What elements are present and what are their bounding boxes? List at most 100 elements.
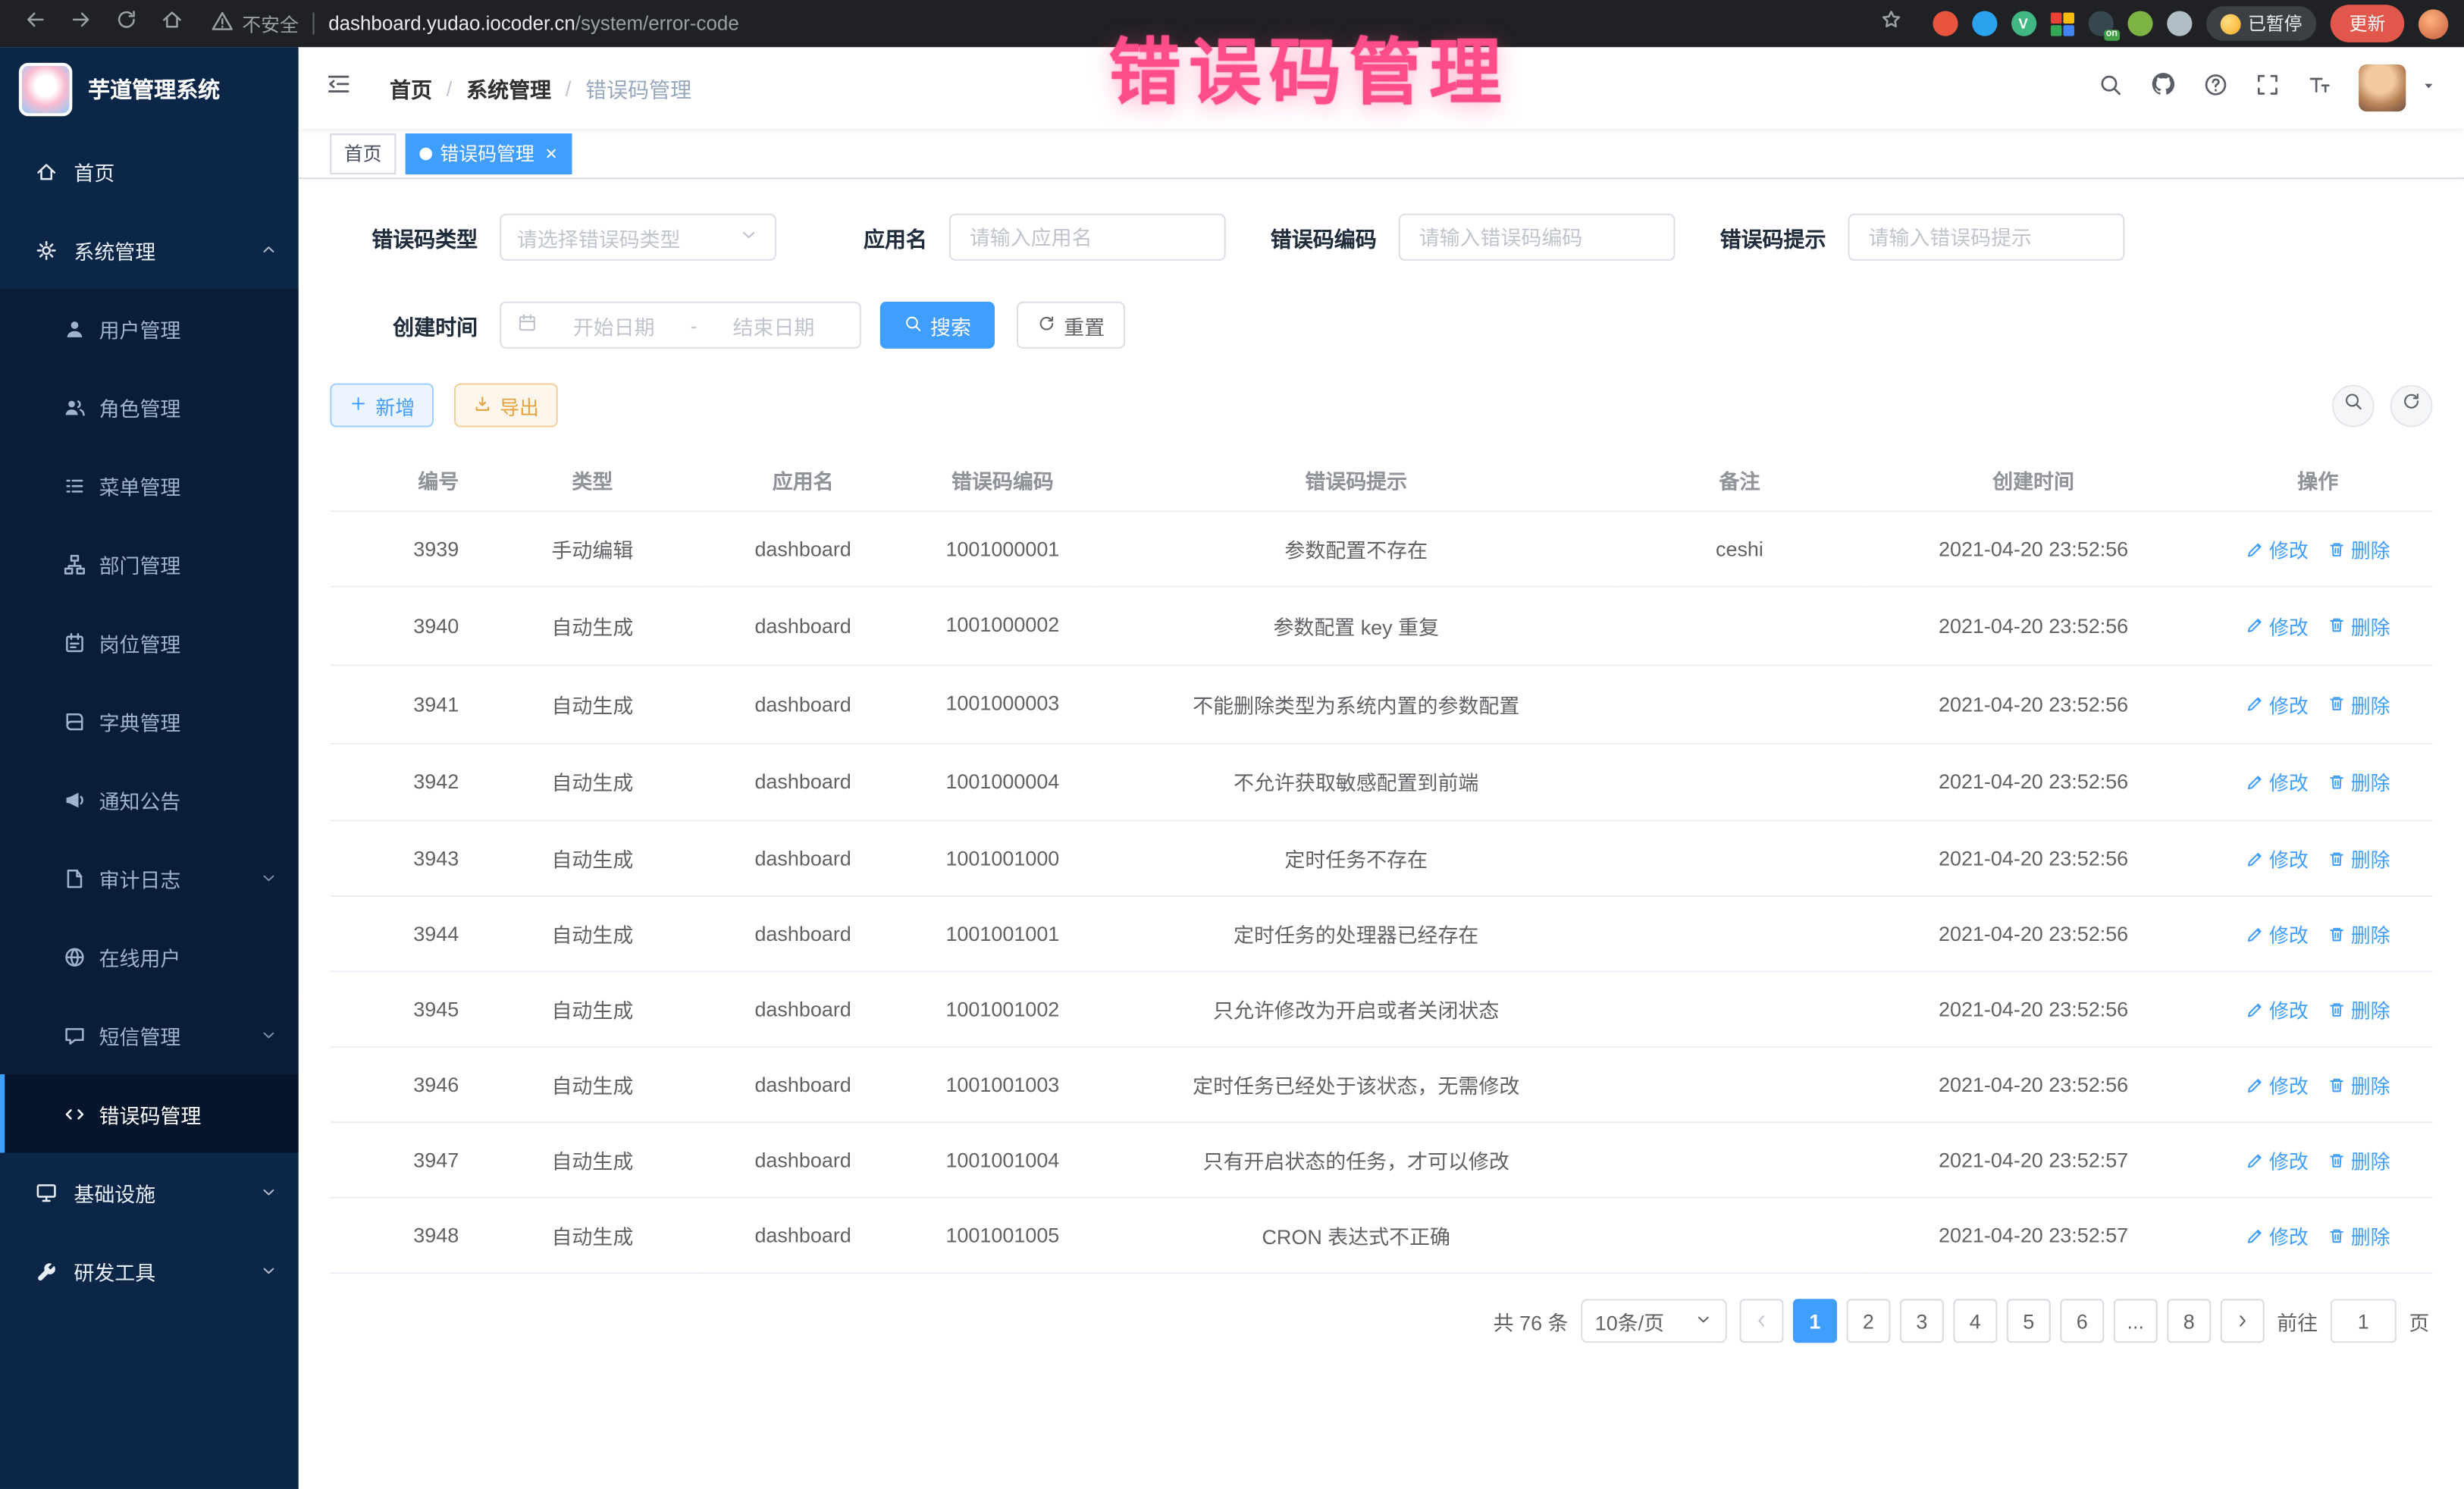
pager-prev-button[interactable]: [1739, 1299, 1783, 1343]
pager-next-button[interactable]: [2221, 1299, 2265, 1343]
edit-link[interactable]: 修改: [2246, 767, 2309, 797]
sidebar-item-user-management[interactable]: 用户管理: [0, 289, 299, 368]
delete-link[interactable]: 删除: [2328, 920, 2390, 949]
pager-ellipsis[interactable]: ...: [2114, 1299, 2158, 1343]
extension-green-dot-icon[interactable]: [2127, 11, 2152, 36]
font-size-button[interactable]: [2307, 71, 2332, 105]
pager-page-5[interactable]: 5: [2007, 1299, 2051, 1343]
reload-button[interactable]: [107, 5, 145, 42]
url-bar[interactable]: dashboard.yudao.iocoder.cn/system/error-…: [328, 13, 739, 35]
delete-link[interactable]: 删除: [2328, 995, 2390, 1024]
cell-id: 3943: [330, 821, 487, 896]
delete-link[interactable]: 删除: [2328, 534, 2390, 563]
pager-page-8[interactable]: 8: [2167, 1299, 2211, 1343]
edit-link[interactable]: 修改: [2246, 920, 2309, 949]
sidebar-item-role-management[interactable]: 角色管理: [0, 368, 299, 447]
edit-link[interactable]: 修改: [2246, 611, 2309, 641]
sidebar-item-home[interactable]: 首页: [0, 132, 299, 211]
sidebar-collapse-button[interactable]: [325, 71, 352, 105]
github-link[interactable]: [2149, 71, 2176, 105]
user-avatar[interactable]: [2359, 64, 2406, 111]
app-name-input[interactable]: [967, 224, 1208, 250]
paused-badge[interactable]: 已暂停: [2205, 6, 2316, 41]
error-hint-input[interactable]: [1865, 224, 2107, 250]
error-code-type-select[interactable]: 请选择错误码类型: [500, 214, 776, 261]
filter-row-2: 创建时间 开始日期 - 结束日期 搜索 重置: [330, 302, 2432, 349]
sidebar-item-online-users[interactable]: 在线用户: [0, 917, 299, 996]
sidebar-item-dept-management[interactable]: 部门管理: [0, 525, 299, 603]
sidebar-item-label: 通知公告: [99, 785, 181, 814]
edit-link[interactable]: 修改: [2246, 1071, 2309, 1100]
browser-update-button[interactable]: 更新: [2331, 5, 2404, 42]
delete-link[interactable]: 删除: [2328, 1146, 2390, 1175]
sidebar-item-sms-management[interactable]: 短信管理: [0, 995, 299, 1074]
sidebar-item-menu-management[interactable]: 菜单管理: [0, 446, 299, 525]
search-button[interactable]: 搜索: [880, 302, 995, 349]
delete-link[interactable]: 删除: [2328, 1221, 2390, 1251]
sidebar-logo[interactable]: 芋道管理系统: [0, 47, 299, 132]
sidebar-item-dict-management[interactable]: 字典管理: [0, 682, 299, 760]
fullscreen-button[interactable]: [2255, 71, 2280, 105]
table-refresh-button[interactable]: [2390, 384, 2433, 427]
edit-link[interactable]: 修改: [2246, 534, 2309, 563]
delete-link[interactable]: 删除: [2328, 611, 2390, 641]
sidebar-item-infrastructure[interactable]: 基础设施: [0, 1153, 299, 1232]
page-content: 错误码类型 请选择错误码类型 应用名 错误码编码 错误码提示: [299, 179, 2464, 1489]
goto-page-input[interactable]: [2331, 1299, 2397, 1343]
breadcrumb-item-home[interactable]: 首页: [390, 72, 432, 103]
column-header-5: 备注: [1616, 450, 1864, 512]
cell-type: 自动生成: [487, 1123, 698, 1198]
edit-link[interactable]: 修改: [2246, 1221, 2309, 1251]
pager-page-4[interactable]: 4: [1953, 1299, 1997, 1343]
edit-link-label: 修改: [2269, 1221, 2309, 1251]
extension-blue-drop-icon[interactable]: [1971, 11, 1996, 36]
forward-button[interactable]: [61, 5, 99, 42]
edit-link[interactable]: 修改: [2246, 844, 2309, 873]
pager-page-1[interactable]: 1: [1793, 1299, 1837, 1343]
tag-view-error-code-management[interactable]: 错误码管理×: [406, 133, 572, 174]
screen: 不安全 dashboard.yudao.iocoder.cn/system/er…: [0, 0, 2464, 1489]
sidebar-item-post-management[interactable]: 岗位管理: [0, 603, 299, 682]
extension-pin-icon[interactable]: [2166, 11, 2191, 36]
sidebar-item-audit-log[interactable]: 审计日志: [0, 839, 299, 917]
delete-link[interactable]: 删除: [2328, 844, 2390, 873]
bookmark-star-button[interactable]: [1873, 5, 1911, 42]
header-search-button[interactable]: [2098, 71, 2123, 105]
edit-link[interactable]: 修改: [2246, 689, 2309, 719]
edit-link[interactable]: 修改: [2246, 1146, 2309, 1175]
chevron-down-icon: [259, 1026, 278, 1045]
cell-error-code: 1001000002: [908, 587, 1097, 665]
security-indicator[interactable]: 不安全: [211, 9, 299, 37]
back-button[interactable]: [16, 5, 54, 42]
reset-button[interactable]: 重置: [1017, 302, 1125, 349]
pager-page-3[interactable]: 3: [1900, 1299, 1944, 1343]
home-button[interactable]: [152, 5, 190, 42]
breadcrumb: 首页 / 系统管理 / 错误码管理: [390, 72, 691, 103]
edit-link[interactable]: 修改: [2246, 995, 2309, 1024]
docs-help-button[interactable]: [2203, 71, 2228, 105]
delete-link[interactable]: 删除: [2328, 1071, 2390, 1100]
extension-dark-on-icon[interactable]: on: [2088, 11, 2113, 36]
sidebar-item-system-management[interactable]: 系统管理: [0, 211, 299, 290]
browser-profile-avatar[interactable]: [2419, 8, 2448, 38]
extension-vue-devtools-icon[interactable]: V: [2011, 11, 2036, 36]
pager-page-6[interactable]: 6: [2060, 1299, 2104, 1343]
extension-color-grid-icon[interactable]: [2050, 12, 2074, 36]
sidebar-item-error-code-management[interactable]: 错误码管理: [0, 1074, 299, 1153]
page-size-select[interactable]: 10条/页: [1581, 1299, 1727, 1343]
delete-link[interactable]: 删除: [2328, 689, 2390, 719]
breadcrumb-item-system[interactable]: 系统管理: [466, 72, 551, 103]
tag-close-icon[interactable]: ×: [545, 143, 557, 164]
sidebar-item-notice-announcement[interactable]: 通知公告: [0, 760, 299, 839]
sidebar-item-dev-tools[interactable]: 研发工具: [0, 1231, 299, 1310]
extension-red-dot-icon[interactable]: [1932, 11, 1957, 36]
export-button[interactable]: 导出: [454, 383, 558, 427]
avatar-caret-down-icon[interactable]: [2420, 74, 2437, 102]
delete-link[interactable]: 删除: [2328, 767, 2390, 797]
error-code-input[interactable]: [1416, 224, 1658, 250]
create-time-range-picker[interactable]: 开始日期 - 结束日期: [500, 302, 861, 349]
toggle-search-button[interactable]: [2332, 384, 2375, 427]
add-button[interactable]: 新增: [330, 383, 434, 427]
tag-view-home[interactable]: 首页: [330, 133, 396, 174]
pager-page-2[interactable]: 2: [1846, 1299, 1890, 1343]
